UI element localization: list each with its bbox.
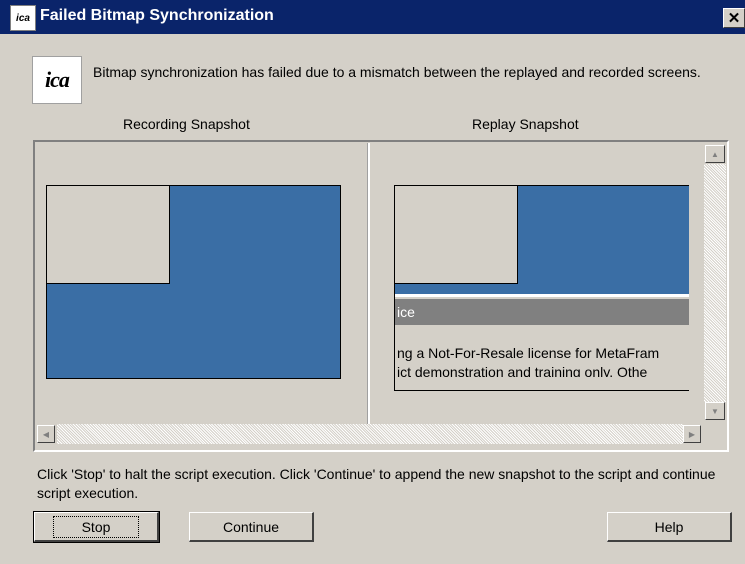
continue-button[interactable]: Continue <box>189 512 314 542</box>
ica-logo-text: ica <box>45 67 70 92</box>
replay-dialog-title: ice <box>395 299 689 325</box>
instructions-text: Click 'Stop' to halt the script executio… <box>37 466 716 501</box>
replay-dialog: ice ng a Not-For-Resale license for Meta… <box>395 294 689 390</box>
replay-dialog-line: ict demonstration and training only. Oth… <box>397 364 648 377</box>
continue-button-label: Continue <box>222 518 280 535</box>
ica-app-icon-text: ica <box>16 12 30 24</box>
recording-window-shape <box>47 186 170 284</box>
vertical-scrollbar[interactable] <box>704 164 726 402</box>
recording-snapshot-label: Recording Snapshot <box>123 116 250 132</box>
replay-window-shape <box>395 186 518 284</box>
replay-dialog-line: ng a Not-For-Resale license for MetaFram <box>397 345 660 361</box>
close-icon: ✕ <box>727 10 741 27</box>
snapshot-divider <box>367 143 370 427</box>
ica-logo: ica <box>32 56 82 104</box>
close-button[interactable]: ✕ <box>723 8 745 28</box>
scroll-down-button[interactable]: ▼ <box>705 402 725 420</box>
arrow-down-icon: ▼ <box>711 406 719 416</box>
help-button-label: Help <box>654 518 684 535</box>
scrollbar-corner <box>703 424 727 444</box>
arrow-left-icon: ◀ <box>42 429 50 439</box>
replay-snapshot-image: ice ng a Not-For-Resale license for Meta… <box>394 185 689 391</box>
stop-button[interactable]: Stop <box>33 511 160 543</box>
arrow-up-icon: ▲ <box>711 149 719 159</box>
replay-snapshot-label: Replay Snapshot <box>472 116 579 132</box>
help-button[interactable]: Help <box>607 512 732 542</box>
horizontal-scrollbar[interactable] <box>57 424 683 444</box>
scroll-up-button[interactable]: ▲ <box>705 145 725 163</box>
arrow-right-icon: ▶ <box>688 429 696 439</box>
window-title: Failed Bitmap Synchronization <box>40 7 274 24</box>
ica-app-icon: ica <box>10 5 36 31</box>
scroll-left-button[interactable]: ◀ <box>37 425 55 443</box>
title-bar: ica Failed Bitmap Synchronization <box>0 0 745 34</box>
stop-button-label: Stop <box>52 515 140 538</box>
scroll-right-button[interactable]: ▶ <box>683 425 701 443</box>
recording-snapshot-image <box>46 185 341 379</box>
error-message: Bitmap synchronization has failed due to… <box>93 64 701 80</box>
